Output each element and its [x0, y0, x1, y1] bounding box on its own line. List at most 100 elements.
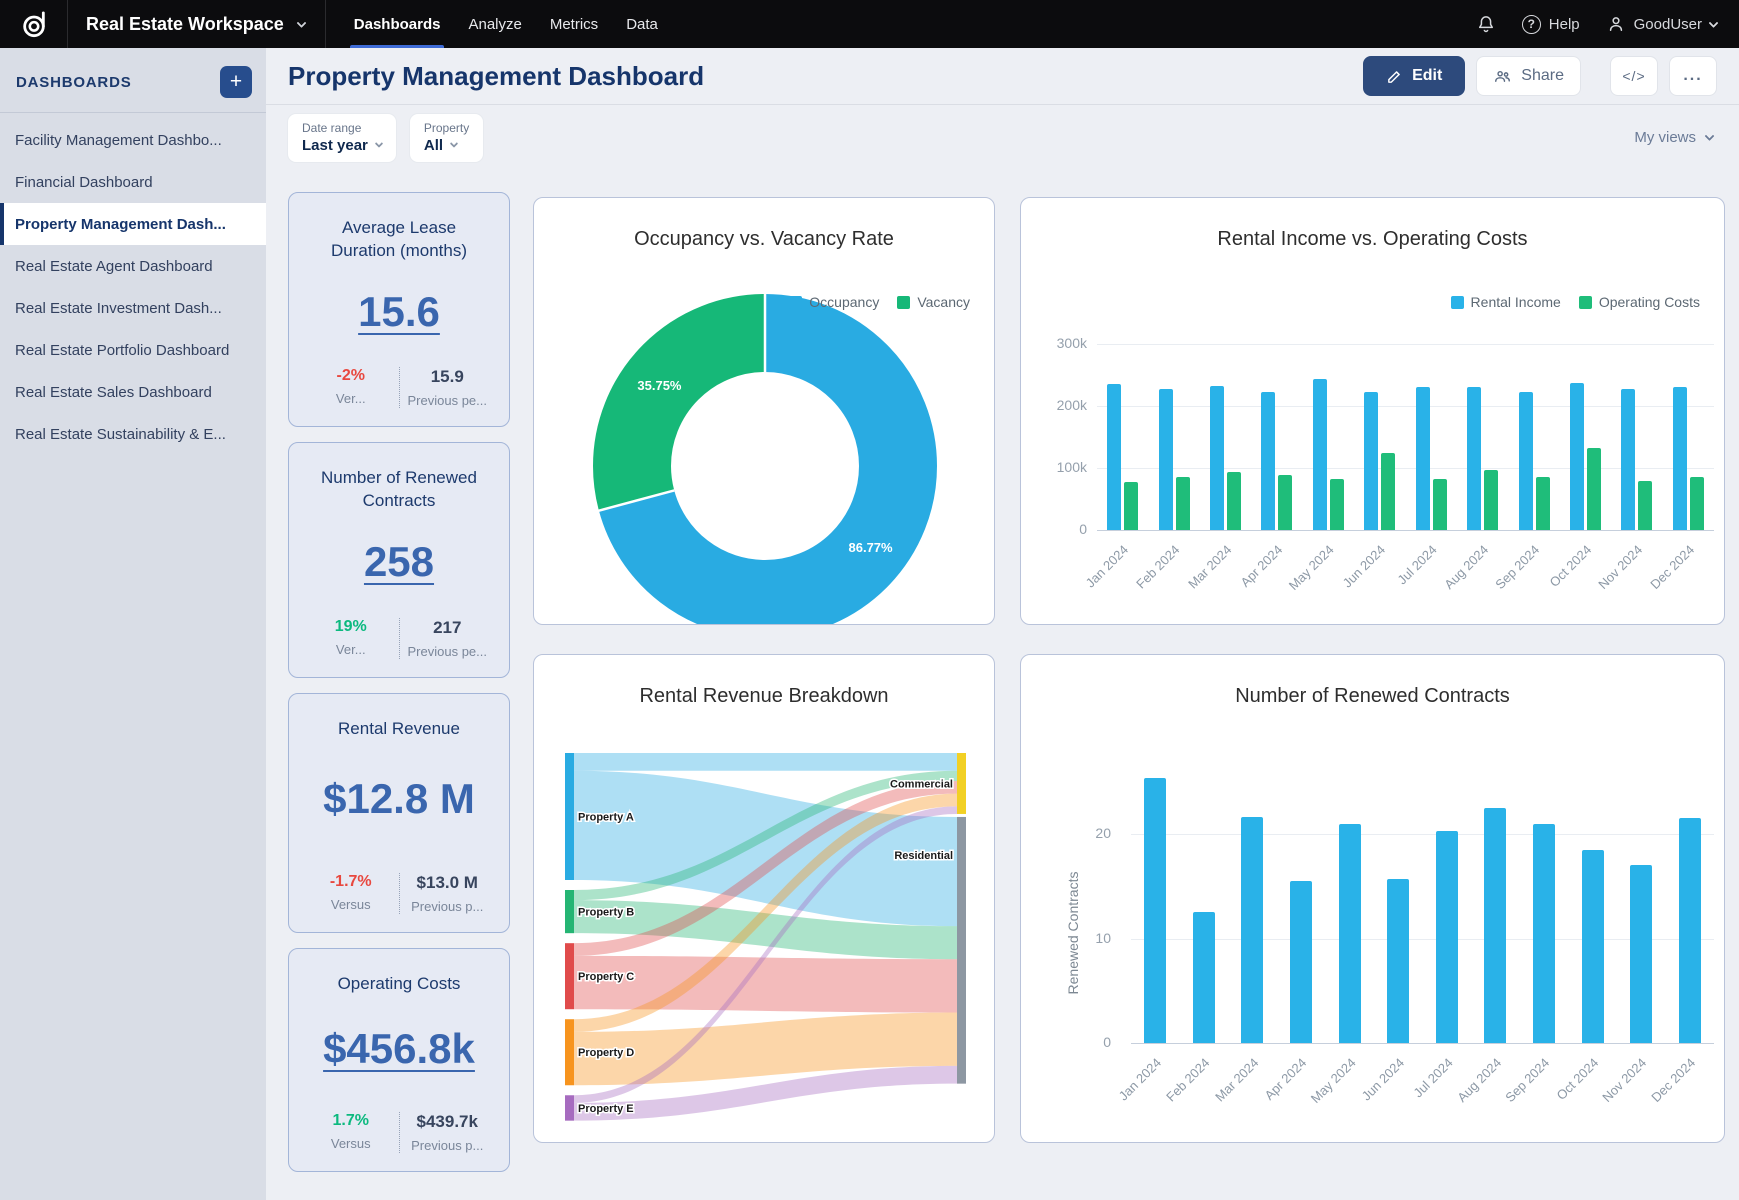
sankey-node-property-b[interactable] — [565, 890, 574, 933]
sidebar-item[interactable]: Real Estate Sales Dashboard — [0, 371, 266, 413]
revenue-sankey-diagram[interactable]: Property AProperty BProperty CProperty D… — [534, 727, 995, 1133]
renewed-bar[interactable] — [1144, 778, 1166, 1043]
legend-item: Occupancy — [789, 294, 879, 310]
sankey-flow-C-to-residential[interactable] — [574, 956, 957, 1013]
cost-bar[interactable] — [1690, 477, 1704, 530]
renewed-bar[interactable] — [1339, 824, 1361, 1043]
sidebar-title: DASHBOARDS — [16, 74, 132, 91]
chart-title: Number of Renewed Contracts — [1021, 685, 1724, 708]
income-bar[interactable] — [1673, 387, 1687, 530]
my-views-dropdown[interactable]: My views — [1634, 129, 1713, 146]
kpi-column: Average Lease Duration (months)15.6-2%Ve… — [288, 192, 510, 1172]
cost-bar[interactable] — [1278, 475, 1292, 530]
sankey-node-residential[interactable] — [957, 817, 966, 1084]
kpi-value: 15.6 — [303, 274, 495, 346]
sankey-node-property-d[interactable] — [565, 1019, 574, 1085]
embed-code-button[interactable]: </> — [1610, 56, 1658, 96]
cost-bar[interactable] — [1176, 477, 1190, 530]
y-axis-title: Renewed Contracts — [1065, 853, 1081, 1013]
legend-swatch — [1451, 296, 1464, 309]
kpi-card: Number of Renewed Contracts25819%Ver...2… — [288, 442, 510, 678]
renewed-contracts-card: Number of Renewed Contracts 01020Renewed… — [1020, 654, 1725, 1143]
legend-label: Operating Costs — [1599, 294, 1700, 310]
sankey-node-property-a[interactable] — [565, 753, 574, 880]
help-label: Help — [1549, 16, 1580, 33]
kpi-previous-block: 217Previous pe... — [400, 618, 496, 659]
nav-metrics[interactable]: Metrics — [536, 0, 612, 48]
cost-bar[interactable] — [1587, 448, 1601, 530]
kpi-delta-block: 19%Ver... — [303, 618, 399, 659]
kpi-footer: 19%Ver...217Previous pe... — [303, 618, 495, 659]
renewed-bar[interactable] — [1290, 881, 1312, 1043]
renewed-bar[interactable] — [1582, 850, 1604, 1043]
income-bar[interactable] — [1313, 379, 1327, 530]
income-bar[interactable] — [1210, 386, 1224, 530]
income-bar[interactable] — [1107, 384, 1121, 530]
cost-bar[interactable] — [1536, 477, 1550, 530]
sidebar-item[interactable]: Real Estate Agent Dashboard — [0, 245, 266, 287]
page-title: Property Management Dashboard — [288, 61, 704, 92]
sankey-node-property-c[interactable] — [565, 943, 574, 1009]
sidebar-item[interactable]: Property Management Dash... — [0, 203, 266, 245]
renewed-bar[interactable] — [1533, 824, 1555, 1043]
kpi-value: $456.8k — [303, 1011, 495, 1083]
income-bar[interactable] — [1159, 389, 1173, 530]
sidebar-item[interactable]: Real Estate Investment Dash... — [0, 287, 266, 329]
sankey-flow-A-to-commercial[interactable] — [574, 753, 957, 771]
kpi-previous-block: $13.0 MPrevious p... — [400, 873, 496, 914]
income-bar[interactable] — [1467, 387, 1481, 530]
income-bar[interactable] — [1364, 392, 1378, 530]
income-bar[interactable] — [1416, 387, 1430, 530]
kpi-value: 258 — [303, 524, 495, 596]
nav-dashboards[interactable]: Dashboards — [340, 0, 455, 48]
renewed-bar[interactable] — [1679, 818, 1701, 1043]
edit-button[interactable]: Edit — [1363, 56, 1465, 96]
share-button[interactable]: Share — [1476, 56, 1581, 96]
workspace-switcher[interactable]: Real Estate Workspace — [68, 0, 325, 48]
renewed-bar[interactable] — [1436, 831, 1458, 1043]
cost-bar[interactable] — [1433, 479, 1447, 530]
cost-bar[interactable] — [1227, 472, 1241, 530]
sidebar-item[interactable]: Real Estate Portfolio Dashboard — [0, 329, 266, 371]
legend-item: Vacancy — [897, 294, 970, 310]
app-logo[interactable] — [0, 0, 68, 48]
occupancy-donut-chart[interactable]: 86.77%35.75% — [534, 198, 995, 625]
cost-bar[interactable] — [1330, 479, 1344, 530]
sidebar-item[interactable]: Facility Management Dashbo... — [0, 119, 266, 161]
user-menu[interactable]: GoodUser — [1606, 14, 1717, 34]
income-bar[interactable] — [1621, 389, 1635, 530]
renewed-bar[interactable] — [1484, 808, 1506, 1043]
renewed-bar[interactable] — [1630, 865, 1652, 1043]
gridline — [1131, 834, 1714, 835]
cost-bar[interactable] — [1381, 453, 1395, 530]
y-axis-tick: 20 — [1061, 825, 1111, 841]
sankey-node-commercial[interactable] — [957, 753, 966, 814]
help-button[interactable]: ? Help — [1522, 15, 1580, 34]
legend-swatch — [1579, 296, 1592, 309]
kpi-delta-value: 19% — [303, 618, 399, 636]
income-bar[interactable] — [1261, 392, 1275, 530]
sidebar-item[interactable]: Financial Dashboard — [0, 161, 266, 203]
cost-bar[interactable] — [1638, 481, 1652, 530]
add-dashboard-button[interactable]: + — [220, 66, 252, 98]
cost-bar[interactable] — [1124, 482, 1138, 530]
filter-chip-property[interactable]: PropertyAll — [410, 114, 483, 162]
filter-chip-date-range[interactable]: Date rangeLast year — [288, 114, 396, 162]
kpi-delta-value: 1.7% — [303, 1112, 399, 1130]
more-options-button[interactable]: ... — [1669, 56, 1717, 96]
user-name: GoodUser — [1634, 16, 1702, 33]
renewed-bar[interactable] — [1193, 912, 1215, 1043]
y-axis-tick: 0 — [1029, 521, 1087, 537]
kpi-card: Rental Revenue$12.8 M-1.7%Versus$13.0 MP… — [288, 693, 510, 933]
kpi-previous-value: $13.0 M — [400, 873, 496, 893]
notifications-button[interactable] — [1476, 14, 1496, 34]
sidebar-item[interactable]: Real Estate Sustainability & E... — [0, 413, 266, 455]
renewed-bar[interactable] — [1387, 879, 1409, 1043]
renewed-bar[interactable] — [1241, 817, 1263, 1043]
nav-analyze[interactable]: Analyze — [454, 0, 535, 48]
nav-data[interactable]: Data — [612, 0, 672, 48]
income-bar[interactable] — [1519, 392, 1533, 530]
cost-bar[interactable] — [1484, 470, 1498, 530]
sankey-node-property-e[interactable] — [565, 1095, 574, 1120]
income-bar[interactable] — [1570, 383, 1584, 530]
